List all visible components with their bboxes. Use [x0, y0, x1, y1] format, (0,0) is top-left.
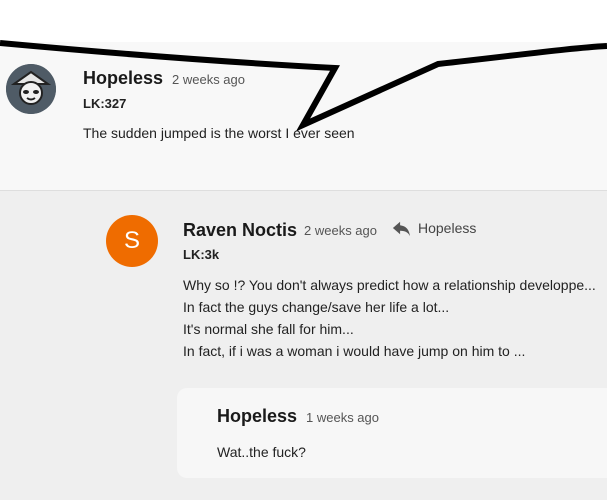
comment-time: 2 weeks ago — [172, 72, 245, 87]
reply-to-link[interactable]: Hopeless — [390, 219, 476, 237]
user-avatar[interactable]: S — [106, 215, 158, 267]
reply-username[interactable]: Raven Noctis — [183, 220, 297, 241]
reply-line-2: In fact the guys change/save her life a … — [183, 299, 450, 315]
reply-to-label: Hopeless — [418, 220, 477, 236]
nested-time: 1 weeks ago — [306, 410, 379, 425]
reply-line-4: In fact, if i was a woman i would have j… — [183, 343, 526, 359]
comment-text: The sudden jumped is the worst I ever se… — [83, 125, 355, 141]
reply-time: 2 weeks ago — [304, 223, 377, 238]
reply-lk: LK:3k — [183, 247, 220, 262]
reply-line-3: It's normal she fall for him... — [183, 321, 354, 337]
nested-text: Wat..the fuck? — [217, 444, 306, 460]
reply-body: Why so !? You don't always predict how a… — [183, 274, 603, 362]
reply-arrow-icon — [392, 221, 410, 237]
nested-username[interactable]: Hopeless — [217, 406, 297, 427]
comment-lk: LK:327 — [83, 96, 127, 111]
reply-line-1: Why so !? You don't always predict how a… — [183, 277, 596, 293]
comment-card — [0, 42, 607, 191]
nested-reply-card — [177, 388, 607, 478]
comment-username[interactable]: Hopeless — [83, 68, 163, 89]
panda-avatar-icon[interactable] — [6, 64, 56, 114]
